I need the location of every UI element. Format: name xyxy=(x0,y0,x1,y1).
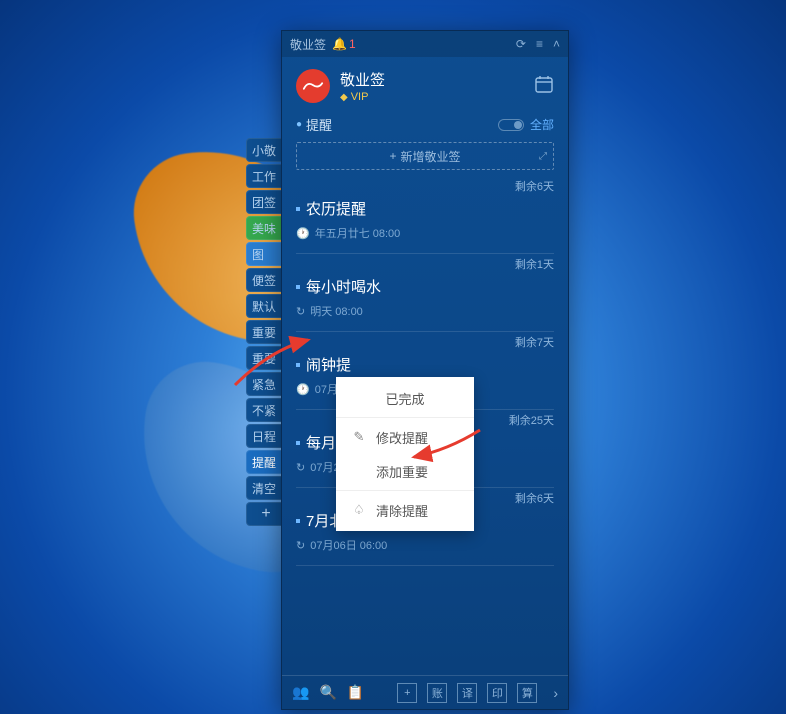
calendar-icon[interactable]: 📋 xyxy=(347,684,364,701)
menu-label: 清除提醒 xyxy=(376,501,428,520)
filter-label: 提醒 xyxy=(306,115,332,134)
item-time: 07月06日 06:00 xyxy=(310,537,387,553)
chevron-right-icon[interactable]: › xyxy=(553,685,558,701)
add-note-button[interactable]: + 新增敬业签 ⤢ xyxy=(296,142,554,170)
diamond-icon: ◆ xyxy=(340,92,348,103)
clock-icon: 🕐 xyxy=(296,383,310,396)
list-item[interactable]: 剩余6天 农历提醒 🕐 年五月廿七 08:00 xyxy=(296,176,554,254)
titlebar-app-label: 敬业签 xyxy=(290,36,326,53)
calendar-icon[interactable] xyxy=(534,74,554,99)
notification-count: 1 xyxy=(349,37,356,51)
title-bar: 敬业签 🔔 1 ⟳ ≡ ˄ xyxy=(282,31,568,57)
item-time: 年五月廿七 08:00 xyxy=(315,225,401,241)
vip-label: VIP xyxy=(351,91,369,103)
menu-add-important[interactable]: 添加重要 xyxy=(336,454,474,488)
item-dot-icon xyxy=(296,519,300,523)
clock-icon: 🕐 xyxy=(296,227,310,240)
side-tab-active[interactable]: 提醒 xyxy=(246,450,286,474)
side-tab[interactable]: 不紧 xyxy=(246,398,286,422)
item-title: 每小时喝水 xyxy=(306,276,381,297)
context-menu: 已完成 ✎ 修改提醒 添加重要 ♤ 清除提醒 xyxy=(336,377,474,531)
search-icon[interactable]: 🔍 xyxy=(319,684,336,701)
remaining-days: 剩余25天 xyxy=(509,412,554,428)
side-tab[interactable]: 清空 xyxy=(246,476,286,500)
bell-outline-icon: ♤ xyxy=(352,502,366,518)
chevron-up-icon[interactable]: ˄ xyxy=(553,37,560,51)
filter-all-label[interactable]: 全部 xyxy=(530,116,554,133)
side-tab[interactable]: 紧急 xyxy=(246,372,286,396)
add-button[interactable]: + xyxy=(397,683,417,703)
menu-label: 修改提醒 xyxy=(376,428,428,447)
menu-done[interactable]: 已完成 xyxy=(336,381,474,415)
add-note-label: 新增敬业签 xyxy=(401,148,461,165)
contacts-icon[interactable]: 👥 xyxy=(292,684,309,701)
item-title: 闹钟提 xyxy=(306,354,351,375)
side-tab[interactable]: 默认 xyxy=(246,294,286,318)
side-tab[interactable]: 团签 xyxy=(246,190,286,214)
item-dot-icon xyxy=(296,363,300,367)
bottom-toolbar: 👥 🔍 📋 + 账 译 印 算 › xyxy=(282,675,568,709)
sync-icon[interactable]: ⟳ xyxy=(516,37,526,51)
item-dot-icon xyxy=(296,207,300,211)
item-title: 农历提醒 xyxy=(306,198,366,219)
plus-icon: + xyxy=(389,149,396,163)
header: 敬业签 ◆ VIP xyxy=(282,57,568,111)
expand-icon: ⤢ xyxy=(539,151,547,162)
side-tab[interactable]: 重要 xyxy=(246,346,286,370)
app-window: 敬业签 🔔 1 ⟳ ≡ ˄ 敬业签 ◆ VIP xyxy=(281,30,569,710)
item-dot-icon xyxy=(296,441,300,445)
remaining-days: 剩余7天 xyxy=(515,334,554,350)
item-time: 明天 08:00 xyxy=(310,303,363,319)
side-tab[interactable]: 便签 xyxy=(246,268,286,292)
filter-toggle[interactable] xyxy=(498,119,524,131)
remaining-days: 剩余6天 xyxy=(515,178,554,194)
notification-indicator[interactable]: 🔔 1 xyxy=(332,37,356,51)
repeat-icon: ↻ xyxy=(296,461,305,474)
category-tabs: 小敬 工作 团签 美味 图 便签 默认 重要 重要 紧急 不紧 日程 提醒 清空… xyxy=(246,138,286,526)
menu-separator xyxy=(336,490,474,491)
edit-icon: ✎ xyxy=(352,429,366,445)
item-dot-icon xyxy=(296,285,300,289)
side-tab[interactable]: 美味 xyxy=(246,216,286,240)
app-name: 敬业签 xyxy=(340,69,385,90)
account-button[interactable]: 账 xyxy=(427,683,447,703)
menu-edit-reminder[interactable]: ✎ 修改提醒 xyxy=(336,420,474,454)
list-item[interactable]: 剩余1天 每小时喝水 ↻ 明天 08:00 xyxy=(296,254,554,332)
calc-button[interactable]: 算 xyxy=(517,683,537,703)
filter-row: ● 提醒 全部 xyxy=(282,111,568,142)
side-tab[interactable]: 工作 xyxy=(246,164,286,188)
side-tab-add[interactable]: + xyxy=(246,502,286,526)
translate-button[interactable]: 译 xyxy=(457,683,477,703)
remaining-days: 剩余6天 xyxy=(515,490,554,506)
menu-label: 添加重要 xyxy=(376,462,428,481)
repeat-icon: ↻ xyxy=(296,305,305,318)
menu-icon[interactable]: ≡ xyxy=(536,37,543,51)
side-tab[interactable]: 图 xyxy=(246,242,286,266)
desktop-background: 小敬 工作 团签 美味 图 便签 默认 重要 重要 紧急 不紧 日程 提醒 清空… xyxy=(0,0,786,714)
menu-label: 已完成 xyxy=(385,389,424,408)
menu-separator xyxy=(336,417,474,418)
bullet-icon: ● xyxy=(296,119,302,130)
vip-badge: ◆ VIP xyxy=(340,91,385,103)
repeat-icon: ↻ xyxy=(296,539,305,552)
app-logo xyxy=(296,69,330,103)
remaining-days: 剩余1天 xyxy=(515,256,554,272)
print-button[interactable]: 印 xyxy=(487,683,507,703)
side-tab[interactable]: 小敬 xyxy=(246,138,286,162)
bell-icon: 🔔 xyxy=(332,37,347,51)
side-tab[interactable]: 日程 xyxy=(246,424,286,448)
menu-clear-reminder[interactable]: ♤ 清除提醒 xyxy=(336,493,474,527)
side-tab[interactable]: 重要 xyxy=(246,320,286,344)
